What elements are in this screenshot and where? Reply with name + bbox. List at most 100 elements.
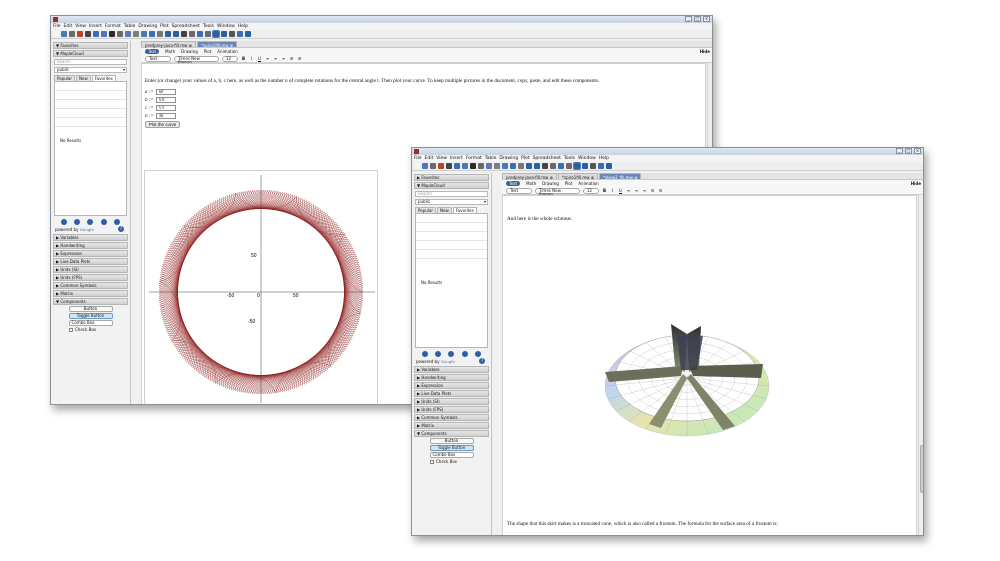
align-center-button[interactable]: ≡ [273, 56, 278, 61]
palette-expression[interactable]: ▶ Expression [414, 382, 489, 389]
print-icon[interactable] [438, 163, 444, 169]
hide-context-bar[interactable]: Hide [911, 181, 921, 186]
tab-spiro1fill[interactable]: *spiro1fill.mw ⊗ [558, 173, 599, 180]
execute-icon[interactable] [173, 31, 179, 37]
math-icon[interactable] [133, 31, 139, 37]
palette-live-data-plots[interactable]: ▶ Live Data Plots [53, 258, 128, 265]
cloud-open-icon[interactable] [60, 219, 67, 225]
component-button[interactable]: Button [429, 438, 474, 444]
align-left-button[interactable]: ≡ [265, 56, 270, 61]
debug-icon[interactable] [205, 31, 211, 37]
zoom-in-icon[interactable] [573, 162, 581, 170]
align-right-button[interactable]: ≡ [281, 56, 286, 61]
redo-icon[interactable] [117, 31, 123, 37]
palette-variables[interactable]: ▶ Variables [414, 366, 489, 373]
component-combo-box[interactable]: Combo Box [68, 320, 113, 326]
align-left-button[interactable]: ≡ [626, 188, 631, 193]
minimize-button[interactable]: _ [896, 148, 903, 154]
execute-all-icon[interactable] [542, 163, 548, 169]
palette-favorites[interactable]: ▼ Favorites [53, 42, 128, 49]
numbered-list-button[interactable]: ☰ [297, 56, 302, 61]
document-canvas[interactable]: And here is the whole schmear. The shape… [502, 195, 917, 535]
close-window-button[interactable]: × [914, 148, 921, 154]
menu-spreadsheet[interactable]: Spreadsheet [172, 24, 200, 29]
cloud-refresh-icon[interactable] [448, 351, 455, 357]
palette-units-fps[interactable]: ▶ Units (FPS) [414, 406, 489, 413]
undo-icon[interactable] [109, 31, 115, 37]
cloud-next-icon[interactable] [114, 219, 121, 225]
restart-icon[interactable] [558, 163, 564, 169]
menu-plot[interactable]: Plot [160, 24, 168, 29]
undo-icon[interactable] [470, 163, 476, 169]
print-icon[interactable] [77, 31, 83, 37]
menu-edit[interactable]: Edit [425, 156, 434, 161]
text-icon[interactable] [125, 31, 131, 37]
component-toggle-button[interactable]: Toggle Button [429, 445, 474, 451]
palette-handwriting[interactable]: ▶ Handwriting [53, 242, 128, 249]
param-a-input[interactable]: 60 [155, 89, 176, 95]
help-icon[interactable] [598, 163, 604, 169]
menu-file[interactable]: File [414, 156, 422, 161]
plot-curve-button[interactable]: Plot the curve [145, 121, 180, 128]
tab-spiro1fill[interactable]: *spiro1fill.mw ⊗ [197, 41, 238, 48]
maximize-button[interactable]: □ [905, 148, 912, 154]
palette-expression[interactable]: ▶ Expression [53, 250, 128, 257]
palette-components[interactable]: ▼ Components [414, 430, 489, 437]
component-button[interactable]: Button [68, 306, 113, 312]
zoom-out-icon[interactable] [590, 163, 596, 169]
component-check-box[interactable]: Check Box [69, 327, 130, 332]
menu-plot[interactable]: Plot [521, 156, 529, 161]
menu-window[interactable]: Window [578, 156, 596, 161]
close-window-button[interactable]: × [703, 16, 710, 22]
table-icon[interactable] [518, 163, 524, 169]
menu-view[interactable]: View [436, 156, 447, 161]
cloud-refresh-icon[interactable] [87, 219, 94, 225]
palette-common-symbols[interactable]: ▶ Common Symbols [53, 282, 128, 289]
param-c-input[interactable]: 5.5 [155, 105, 176, 111]
font-size-select[interactable]: 12 [222, 55, 238, 62]
palette-live-data-plots[interactable]: ▶ Live Data Plots [414, 390, 489, 397]
component-toggle-button[interactable]: Toggle Button [68, 313, 113, 319]
palette-matrix[interactable]: ▶ Matrix [53, 290, 128, 297]
palette-common-symbols[interactable]: ▶ Common Symbols [414, 414, 489, 421]
palette-favorites[interactable]: ▶ Favorites [414, 174, 489, 181]
bold-button[interactable]: B [241, 56, 246, 61]
mode-animation[interactable]: Animation [578, 181, 598, 186]
zoom-in-icon[interactable] [212, 30, 220, 38]
menu-format[interactable]: Format [105, 24, 121, 29]
param-n-input[interactable]: 30 [155, 113, 176, 119]
underline-button[interactable]: U [618, 188, 623, 193]
cloud-tools-icon[interactable] [74, 219, 81, 225]
execute-all-icon[interactable] [181, 31, 187, 37]
menu-table[interactable]: Table [124, 24, 136, 29]
image-icon[interactable] [526, 163, 532, 169]
frustum-3d-plot[interactable] [603, 306, 773, 451]
bullet-list-button[interactable]: ☰ [650, 188, 655, 193]
numbered-list-button[interactable]: ☰ [658, 188, 663, 193]
insert-text-icon[interactable] [502, 163, 508, 169]
italic-button[interactable]: I [610, 188, 615, 193]
insert-math-icon[interactable] [149, 31, 155, 37]
menu-view[interactable]: View [75, 24, 86, 29]
underline-button[interactable]: U [257, 56, 262, 61]
menu-insert[interactable]: Insert [89, 24, 102, 29]
zoom-fit-icon[interactable] [582, 163, 588, 169]
palette-units-si[interactable]: ▶ Units (SI) [414, 398, 489, 405]
italic-button[interactable]: I [249, 56, 254, 61]
insert-math-icon[interactable] [510, 163, 516, 169]
bold-button[interactable]: B [602, 188, 607, 193]
bullet-list-button[interactable]: ☰ [289, 56, 294, 61]
search-input[interactable]: Search [54, 59, 127, 65]
cloud-open-icon[interactable] [421, 351, 428, 357]
open-icon[interactable] [61, 31, 67, 37]
help-icon[interactable]: ? [479, 358, 485, 364]
menu-insert[interactable]: Insert [450, 156, 463, 161]
cut-icon[interactable] [446, 163, 452, 169]
mode-math[interactable]: Math [165, 49, 175, 54]
palette-units-fps[interactable]: ▶ Units (FPS) [53, 274, 128, 281]
mode-animation[interactable]: Animation [217, 49, 237, 54]
palette-variables[interactable]: ▶ Variables [53, 234, 128, 241]
param-b-input[interactable]: 5.8 [155, 97, 176, 103]
menu-help[interactable]: Help [238, 24, 248, 29]
image-icon[interactable] [165, 31, 171, 37]
